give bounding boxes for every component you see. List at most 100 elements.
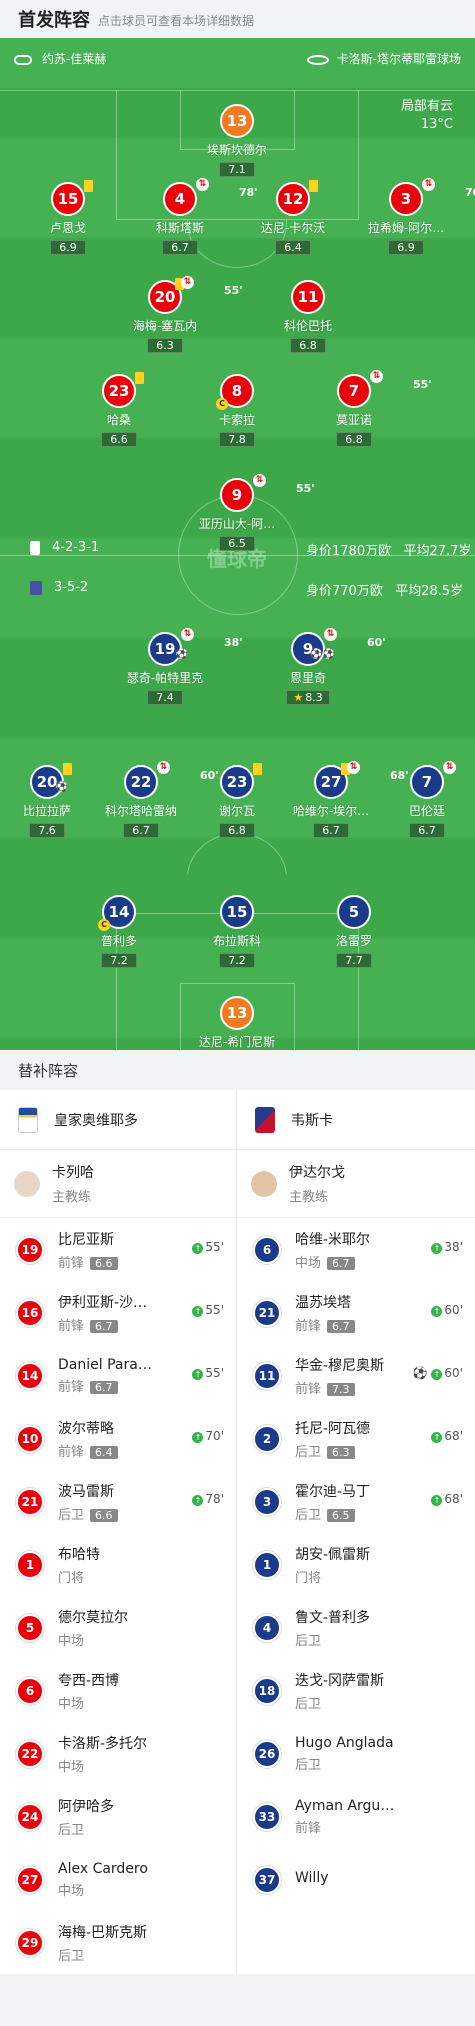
sub-player-number: 4	[253, 1613, 281, 1642]
away-coach-row[interactable]: 伊达尔戈 主教练	[237, 1150, 475, 1218]
player-name: 科伦巴托	[283, 319, 332, 333]
home-team-row[interactable]: 皇家奥维耶多	[0, 1090, 236, 1150]
sub-player-row[interactable]: 11 华金-穆尼奥斯 前锋 7.3 ⚽ ↑ 60'	[237, 1344, 475, 1407]
player-number: 5	[337, 895, 371, 929]
away-player-22[interactable]: 22 ⇅ 60' 科尔塔哈雷纳 6.7	[86, 761, 219, 838]
sub-player-row[interactable]: 1 布哈特 门将	[0, 1533, 236, 1596]
sub-in-time: ↑ 68'	[431, 1429, 463, 1443]
sub-player-row[interactable]: 37 Willy	[237, 1848, 475, 1911]
home-player-7[interactable]: 7 ⇅ 55' 莫亚诺 6.8	[299, 370, 432, 447]
sub-player-position: 后卫 6.5	[295, 1504, 370, 1523]
captain-icon: C	[216, 398, 228, 410]
home-player-11[interactable]: 11 科伦巴托 6.8	[253, 280, 363, 353]
sub-player-row[interactable]: 5 德尔莫拉尔 中场	[0, 1596, 236, 1659]
away-player-7[interactable]: 7⇅68' 巴伦廷 6.7	[372, 761, 475, 838]
home-player-23[interactable]: 23 哈桑 6.6	[64, 372, 174, 447]
goal-ball-icon: ⚽	[412, 1366, 432, 1380]
sub-in-time: ⚽ ↑ 60'	[412, 1366, 463, 1380]
sub-time: 55'	[413, 378, 432, 391]
home-player-12[interactable]: 12 达尼-卡尔沃 6.4	[238, 180, 348, 255]
player-rating: 6.9	[388, 240, 424, 255]
sub-player-row[interactable]: 14 Daniel Paras… 前锋 6.7 ↑ 55'	[0, 1344, 236, 1407]
home-player-15[interactable]: 15 卢恩戈 6.9	[13, 180, 123, 255]
sub-player-row[interactable]: 4 鲁文-普利多 后卫	[237, 1596, 475, 1659]
sub-player-row[interactable]: 16 伊利亚斯-沙… 前锋 6.7 ↑ 55'	[0, 1281, 236, 1344]
player-rating: 6.7	[313, 823, 349, 838]
player-number: 4 ⇅ 78'	[163, 178, 258, 216]
player-rating: 6.7	[123, 823, 159, 838]
home-player-9[interactable]: 9 ⇅ 55' 亚历山大-阿… 6.5	[182, 474, 315, 551]
home-coach-name: 卡列哈	[52, 1165, 94, 1181]
sub-player-name: 哈维-米耶尔	[295, 1231, 371, 1248]
player-name: 埃斯坎德尔	[206, 143, 267, 157]
away-player-9[interactable]: 9 ⇅ 60' ⚽⚽ 恩里奇 ★ 8.3	[253, 628, 386, 705]
sub-player-number: 19	[16, 1235, 44, 1264]
away-player-13[interactable]: 13达尼-希门尼斯7.7	[182, 996, 292, 1050]
home-player-4[interactable]: 4 ⇅ 78' 科斯塔斯 6.7	[125, 178, 258, 255]
player-rating: 7.6	[29, 823, 65, 838]
home-player-3[interactable]: 3⇅70'拉希姆-阿尔…6.9	[351, 178, 475, 255]
sub-player-position: 后卫 6.6	[58, 1504, 118, 1523]
sub-player-position: 后卫	[58, 1948, 85, 1964]
sub-player-row[interactable]: 24 阿伊哈多 后卫	[0, 1785, 236, 1848]
home-coach-row[interactable]: 卡列哈 主教练	[0, 1150, 236, 1218]
subs-title: 替补阵容	[0, 1050, 475, 1090]
sub-in-time: ↑ 78'	[192, 1492, 224, 1506]
sub-time: 55'	[224, 284, 243, 297]
player-number: 19 ⇅ 38' ⚽	[148, 628, 243, 666]
sub-player-rating: 6.6	[90, 1508, 118, 1522]
substitution-icon: ⇅	[370, 370, 383, 383]
sub-player-position: 中场 6.7	[295, 1252, 370, 1271]
home-player-13[interactable]: 13 埃斯坎德尔 7.1	[182, 104, 292, 177]
sub-player-rating: 6.6	[90, 1256, 118, 1270]
sub-player-row[interactable]: 1 胡安-佩雷斯 门将	[237, 1533, 475, 1596]
sub-player-row[interactable]: 33 Ayman Argui… 前锋	[237, 1785, 475, 1848]
away-player-14[interactable]: 14 C 普利多 7.2	[64, 895, 174, 968]
sub-player-row[interactable]: 18 迭戈-冈萨雷斯 后卫	[237, 1659, 475, 1722]
player-name: 莫亚诺	[335, 413, 372, 427]
sub-player-position: 后卫 6.3	[295, 1441, 370, 1460]
sub-player-number: 21	[16, 1487, 44, 1516]
sub-player-row[interactable]: 21 温苏埃塔 前锋 6.7 ↑ 60'	[237, 1281, 475, 1344]
away-team-row[interactable]: 韦斯卡	[237, 1090, 475, 1150]
player-name: 达尼-希门尼斯	[198, 1035, 276, 1049]
sub-player-row[interactable]: 19 比尼亚斯 前锋 6.6 ↑ 55'	[0, 1218, 236, 1281]
sub-player-row[interactable]: 21 波马雷斯 后卫 6.6 ↑ 78'	[0, 1470, 236, 1533]
player-number: 13	[220, 996, 254, 1030]
away-player-19[interactable]: 19 ⇅ 38' ⚽ 瑟奇-帕特里克 7.4	[110, 628, 243, 705]
away-coach-avatar	[251, 1170, 277, 1197]
sub-player-rating: 6.3	[327, 1445, 355, 1459]
sub-player-row[interactable]: 2 托尼-阿瓦德 后卫 6.3 ↑ 68'	[237, 1407, 475, 1470]
player-name: 亚历山大-阿…	[198, 517, 276, 531]
weather-info: 局部有云 13°C	[401, 98, 453, 134]
bottom-spacer	[0, 1974, 475, 2016]
away-player-15[interactable]: 15 布拉斯科 7.2	[182, 895, 292, 968]
sub-in-arrow-icon: ↑	[192, 1243, 204, 1254]
sub-player-row[interactable]: 26 Hugo Anglada 后卫	[237, 1722, 475, 1785]
sub-player-row[interactable]: 10 波尔蒂略 前锋 6.4 ↑ 70'	[0, 1407, 236, 1470]
away-player-27[interactable]: 27 ⇅ 68' 哈维尔-埃尔… 6.7	[276, 761, 409, 838]
sub-player-number: 16	[16, 1298, 44, 1327]
substitution-icon: ⇅	[157, 761, 170, 774]
sub-in-arrow-icon: ↑	[431, 1369, 443, 1380]
sub-player-name: Álex Cardero	[58, 1860, 148, 1877]
sub-in-time: ↑ 60'	[431, 1303, 463, 1317]
captain-icon: C	[98, 919, 110, 931]
sub-player-row[interactable]: 3 霍尔迪-马丁 后卫 6.5 ↑ 68'	[237, 1470, 475, 1533]
player-rating: 7.7	[336, 953, 372, 968]
away-player-5[interactable]: 5 洛雷罗 7.7	[299, 895, 409, 968]
home-player-20[interactable]: 20 ⇅ 55' 海梅-塞瓦内 6.3	[110, 276, 243, 353]
sub-player-number: 18	[253, 1676, 281, 1705]
player-name: 拉希姆-阿尔…	[367, 221, 445, 235]
player-number: 20 ⚽	[30, 763, 72, 799]
stadium-icon	[306, 54, 329, 65]
sub-player-row[interactable]: 27 Álex Cardero 中场	[0, 1848, 236, 1911]
home-subs-column: 皇家奥维耶多 卡列哈 主教练 19 比尼亚斯 前锋 6.6 ↑ 55' 16 伊利亚斯-沙… 前…	[0, 1090, 237, 1974]
sub-player-row[interactable]: 6 哈维-米耶尔 中场 6.7 ↑ 38'	[237, 1218, 475, 1281]
sub-player-row[interactable]: 6 夸西-西博 中场	[0, 1659, 236, 1722]
sub-player-row[interactable]: 29 海梅-巴斯克斯 后卫	[0, 1911, 236, 1974]
sub-player-row[interactable]: 22 卡洛斯-多托尔 中场	[0, 1722, 236, 1785]
home-player-8[interactable]: 8 C 卡索拉 7.8	[182, 374, 292, 447]
player-name: 瑟奇-帕特里克	[126, 671, 204, 685]
sub-player-number: 24	[16, 1802, 44, 1831]
